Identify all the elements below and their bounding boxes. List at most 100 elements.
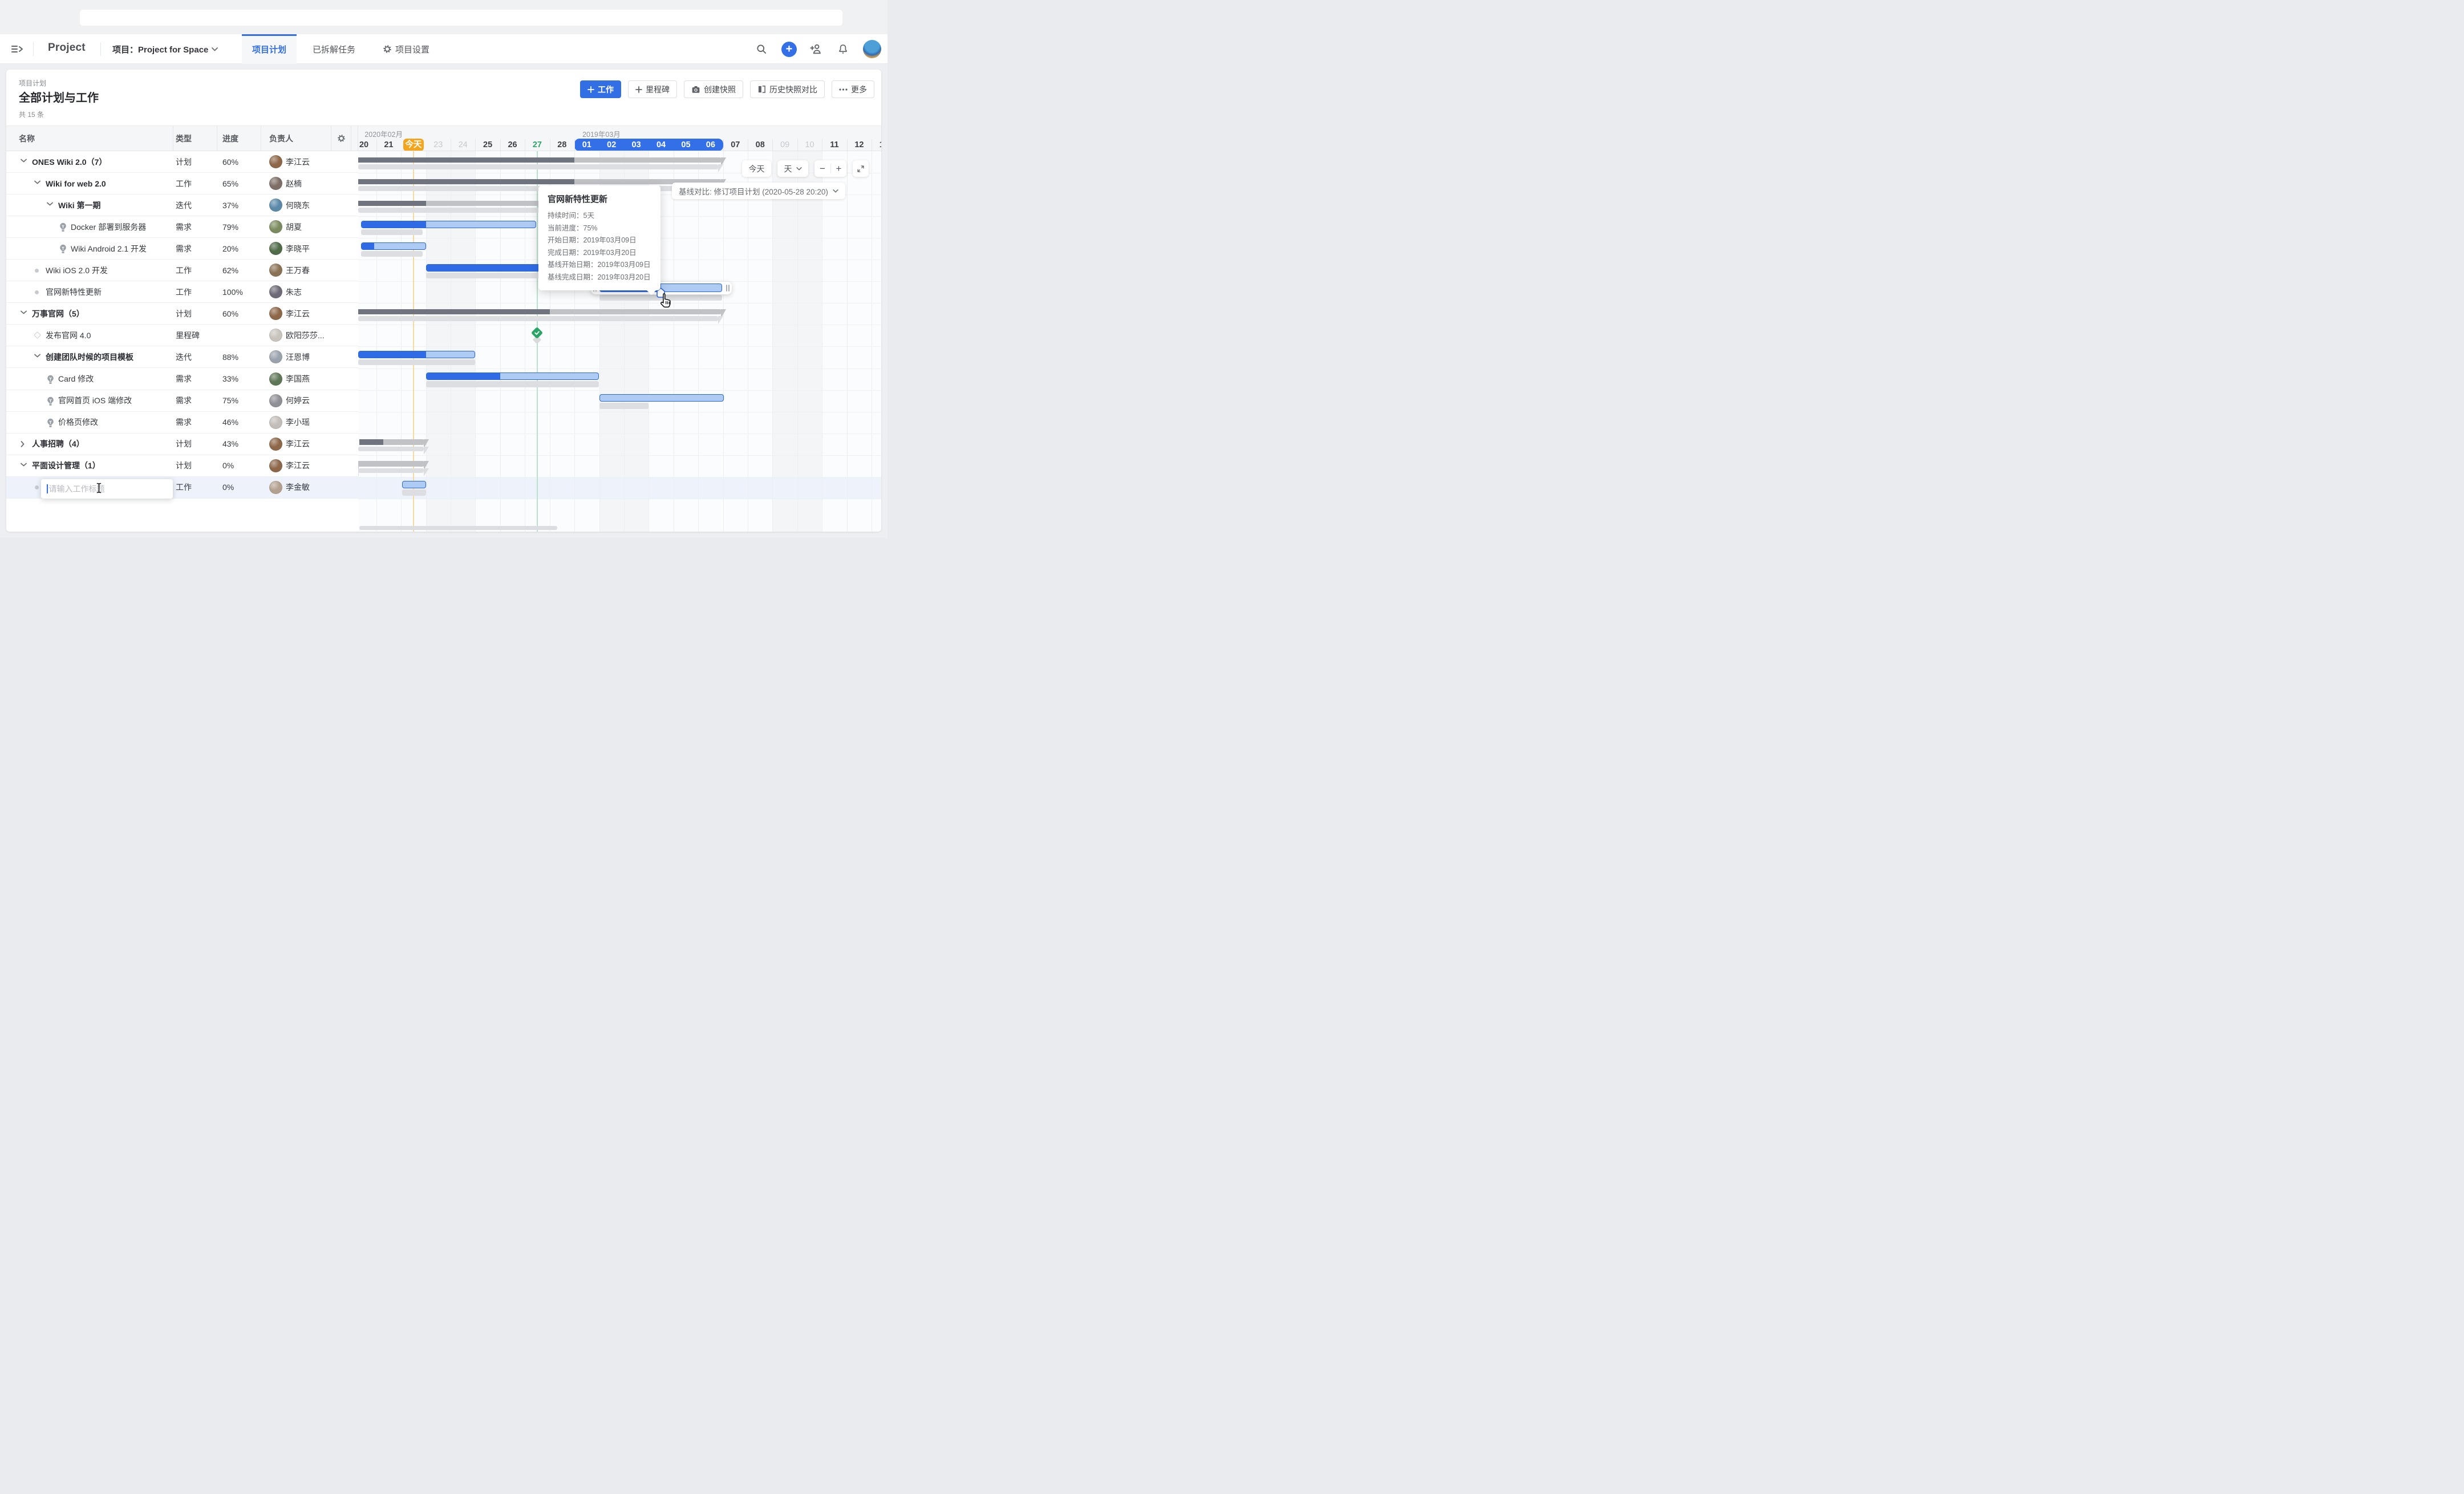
zoom-in-button[interactable]: + — [831, 163, 846, 175]
chevron-down-icon[interactable] — [21, 310, 27, 317]
add-milestone-button[interactable]: 里程碑 — [628, 80, 677, 98]
day-label[interactable]: 23 — [426, 139, 451, 151]
fullscreen-button[interactable] — [853, 160, 869, 177]
table-row[interactable]: 发布官网 4.0里程碑欧阳莎莎... — [6, 325, 358, 346]
zoom-out-button[interactable]: − — [814, 163, 830, 175]
gantt-bar[interactable] — [599, 394, 724, 402]
day-label[interactable]: 27 — [525, 139, 549, 151]
day-label[interactable]: 09 — [772, 139, 797, 151]
tab-project-settings[interactable]: 项目设置 — [372, 34, 440, 64]
day-label[interactable]: 21 — [376, 139, 401, 151]
column-header-type[interactable]: 类型 — [176, 126, 192, 151]
summary-bar[interactable] — [358, 157, 721, 163]
maximize-window-button[interactable] — [54, 14, 63, 22]
summary-bar[interactable] — [358, 461, 424, 467]
baseline-compare-dropdown[interactable]: 基线对比: 修订项目计划 (2020-05-28 20:20) — [672, 183, 845, 199]
day-label[interactable]: 20 — [358, 139, 376, 151]
summary-bar[interactable] — [358, 179, 721, 185]
day-label[interactable]: 08 — [748, 139, 772, 151]
day-label[interactable]: 05 — [674, 139, 698, 151]
table-row[interactable]: Wiki Android 2.1 开发需求20%李晓平 — [6, 238, 358, 260]
today-button[interactable]: 今天 — [742, 160, 771, 177]
day-separator — [500, 139, 501, 151]
user-avatar[interactable] — [863, 40, 881, 58]
day-label[interactable]: 04 — [649, 139, 673, 151]
day-label[interactable]: 12 — [847, 139, 872, 151]
day-label[interactable]: 07 — [723, 139, 748, 151]
day-label[interactable]: 13 — [872, 139, 881, 151]
chevron-down-icon[interactable] — [47, 202, 54, 209]
column-header-progress[interactable]: 进度 — [222, 126, 238, 151]
table-row[interactable]: 官网新特性更新工作100%朱志 — [6, 281, 358, 303]
gantt-bar[interactable] — [361, 221, 536, 228]
tab-project-plan[interactable]: 项目计划 — [242, 34, 297, 64]
task-owner: 汪恩博 — [269, 346, 310, 367]
project-selector[interactable]: 项目：Project for Space — [112, 43, 218, 55]
gantt-bar[interactable] — [402, 481, 426, 488]
day-label[interactable]: 10 — [797, 139, 822, 151]
create-snapshot-button[interactable]: 创建快照 — [684, 80, 743, 98]
summary-bar[interactable] — [358, 201, 538, 207]
chevron-down-icon[interactable] — [34, 354, 41, 361]
table-row[interactable]: 平面设计管理（1）计划0%李江云 — [6, 455, 358, 477]
sidebar-toggle-icon[interactable] — [10, 42, 25, 56]
create-button[interactable]: + — [781, 42, 797, 57]
add-work-button[interactable]: 工作 — [580, 80, 621, 98]
day-label[interactable]: 26 — [500, 139, 525, 151]
bar-right-handle[interactable] — [728, 285, 730, 291]
time-scale-dropdown[interactable]: 天 — [777, 160, 808, 177]
table-row[interactable]: Wiki for web 2.0工作65%赵楠 — [6, 173, 358, 195]
invite-member-icon[interactable] — [807, 40, 825, 58]
day-label[interactable]: 28 — [550, 139, 574, 151]
summary-bar[interactable] — [358, 309, 721, 315]
gantt-bar[interactable] — [426, 373, 599, 380]
minimize-window-button[interactable] — [35, 14, 43, 22]
day-label[interactable]: 02 — [599, 139, 624, 151]
table-row[interactable]: 万事官网（5）计划60%李江云 — [6, 303, 358, 325]
gantt-bar[interactable] — [361, 242, 426, 250]
table-row[interactable]: Docker 部署到服务器需求79%胡夏 — [6, 216, 358, 238]
column-header-name[interactable]: 名称 — [19, 126, 35, 151]
day-label[interactable]: 24 — [451, 139, 475, 151]
table-row[interactable]: Wiki 第一期迭代37%何晓东 — [6, 195, 358, 216]
address-bar[interactable] — [80, 10, 842, 26]
day-label[interactable]: 11 — [822, 139, 846, 151]
table-row[interactable]: 官网首页 iOS 端修改需求75%何婷云 — [6, 390, 358, 412]
table-row[interactable]: 价格页修改需求46%李小瑶 — [6, 412, 358, 434]
search-icon[interactable] — [752, 40, 771, 58]
table-row[interactable]: ONES Wiki 2.0（7）计划60%李江云 — [6, 151, 358, 173]
day-label[interactable]: 06 — [698, 139, 723, 151]
day-label[interactable]: 03 — [624, 139, 649, 151]
table-settings-gear-icon[interactable] — [337, 126, 346, 151]
owner-name: 李江云 — [286, 308, 310, 319]
task-name: 平面设计管理（1） — [32, 455, 100, 476]
chevron-down-icon[interactable] — [34, 180, 41, 187]
gantt-bar[interactable] — [358, 351, 475, 358]
history-snapshot-compare-button[interactable]: 历史快照对比 — [750, 80, 825, 98]
new-work-title-input[interactable]: 请输入工作标题 — [41, 479, 173, 499]
column-header-owner[interactable]: 负责人 — [269, 126, 293, 151]
day-label[interactable]: 01 — [574, 139, 599, 151]
tab-decomposed-tasks[interactable]: 已拆解任务 — [302, 34, 366, 64]
more-button[interactable]: 更多 — [832, 80, 874, 98]
bar-right-handle[interactable] — [726, 285, 727, 291]
notifications-bell-icon[interactable] — [834, 40, 852, 58]
table-row[interactable]: Card 修改需求33%李国燕 — [6, 369, 358, 390]
milestone-done-marker[interactable] — [531, 327, 543, 339]
close-window-button[interactable] — [15, 14, 24, 22]
task-type: 计划 — [176, 303, 192, 324]
chevron-down-icon[interactable] — [21, 159, 27, 165]
table-row[interactable]: 人事招聘（4）计划43%李江云 — [6, 434, 358, 455]
day-label[interactable]: 今天 — [401, 139, 425, 151]
summary-bar[interactable] — [359, 439, 424, 445]
task-progress: 0% — [222, 477, 234, 498]
day-label[interactable]: 25 — [475, 139, 500, 151]
task-progress: 43% — [222, 434, 238, 455]
table-row[interactable]: Wiki iOS 2.0 开发工作62%王万春 — [6, 260, 358, 281]
chevron-down-icon[interactable] — [21, 463, 27, 469]
table-row[interactable]: 创建团队时候的项目模板迭代88%汪恩博 — [6, 346, 358, 368]
chevron-right-icon[interactable] — [21, 441, 27, 448]
task-name: Wiki 第一期 — [58, 195, 101, 216]
owner-avatar — [269, 220, 282, 233]
highlighted-row-background — [358, 477, 881, 499]
